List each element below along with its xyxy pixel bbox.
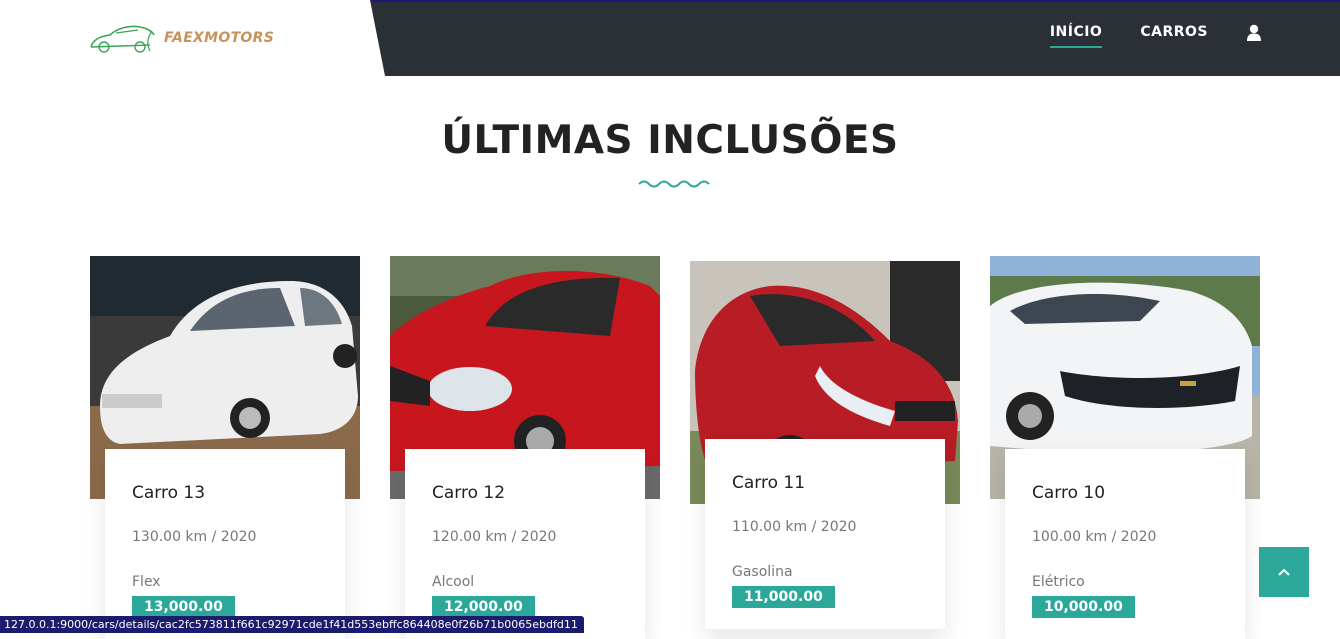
car-name[interactable]: Carro 12 (432, 483, 505, 503)
car-info-panel: Carro 11 110.00 km / 2020 Gasolina 11,00… (705, 439, 945, 629)
car-mileage-year: 120.00 km / 2020 (432, 529, 557, 545)
car-mileage-year: 130.00 km / 2020 (132, 529, 257, 545)
link-status-bar: 127.0.0.1:9000/cars/details/cac2fc573811… (0, 616, 584, 633)
back-to-top-button[interactable] (1259, 547, 1309, 597)
car-fuel: Gasolina (732, 564, 793, 580)
car-fuel: Flex (132, 574, 161, 590)
car-fuel: Elétrico (1032, 574, 1085, 590)
nav-item-inicio[interactable]: INÍCIO (1049, 24, 1103, 48)
logo-text: FAEXMOTORS (164, 30, 275, 46)
car-info-panel: Carro 13 130.00 km / 2020 Flex 13,000.00 (105, 449, 345, 639)
chevron-up-icon (1278, 568, 1290, 576)
car-name[interactable]: Carro 10 (1032, 483, 1105, 503)
wave-divider-icon (638, 180, 710, 188)
car-price-badge: 12,000.00 (432, 596, 535, 618)
user-icon[interactable] (1246, 24, 1262, 42)
car-name[interactable]: Carro 13 (132, 483, 205, 503)
nav-item-carros[interactable]: CARROS (1140, 24, 1208, 48)
car-mileage-year: 100.00 km / 2020 (1032, 529, 1157, 545)
car-name[interactable]: Carro 11 (732, 473, 805, 493)
section-title: ÚLTIMAS INCLUSÕES (441, 118, 899, 163)
main-nav: INÍCIO CARROS (1049, 24, 1262, 48)
car-info-panel: Carro 10 100.00 km / 2020 Elétrico 10,00… (1005, 449, 1245, 639)
car-logo-icon (90, 25, 155, 53)
car-fuel: Alcool (432, 574, 475, 590)
car-price-badge: 13,000.00 (132, 596, 235, 618)
car-mileage-year: 110.00 km / 2020 (732, 519, 857, 535)
car-info-panel: Carro 12 120.00 km / 2020 Alcool 12,000.… (405, 449, 645, 639)
logo[interactable]: FAEXMOTORS (88, 18, 278, 58)
car-price-badge: 10,000.00 (1032, 596, 1135, 618)
car-price-badge: 11,000.00 (732, 586, 835, 608)
